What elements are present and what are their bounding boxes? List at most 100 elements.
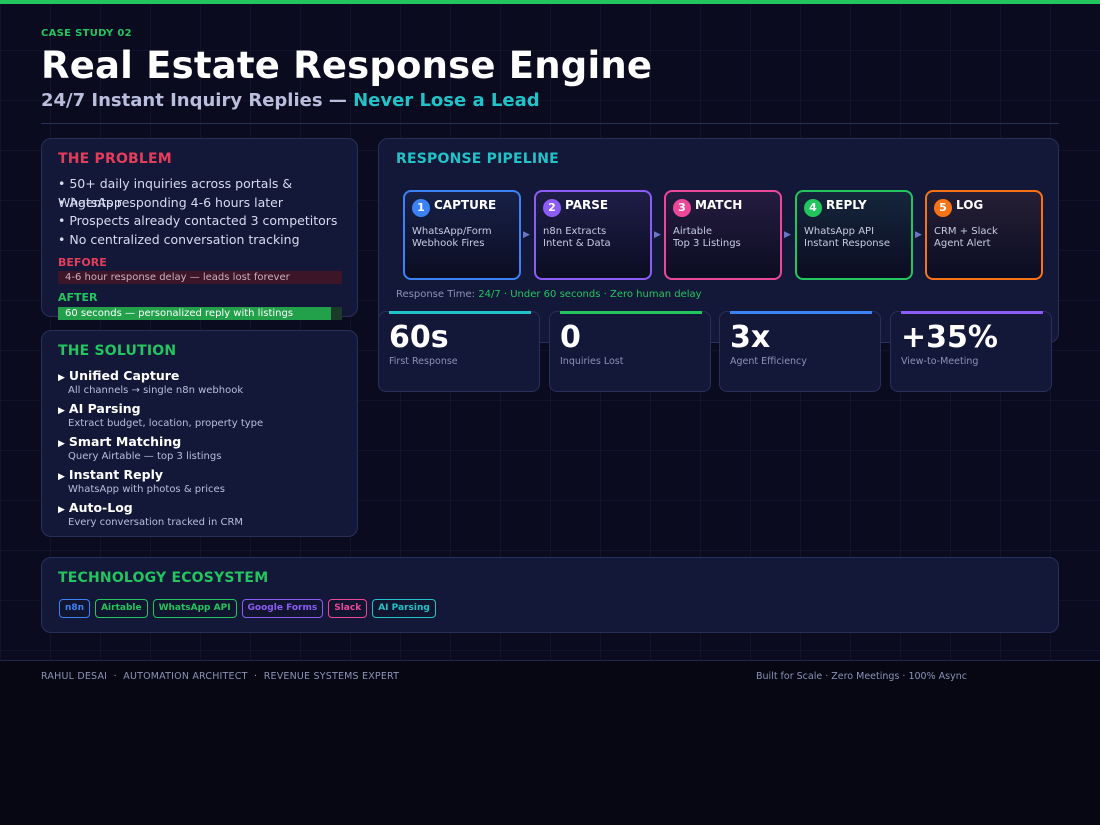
stat-value: +35% — [901, 320, 998, 355]
pipeline-step-parse: 2 PARSE n8n Extracts Intent & Data — [534, 190, 652, 280]
triangle-icon: ▶ — [58, 439, 65, 449]
before-bar: 4-6 hour response delay — leads lost for… — [58, 271, 342, 284]
stat-card: 0 Inquiries Lost — [549, 311, 711, 392]
arrow-right-icon: ▶ — [523, 230, 530, 240]
problem-bullet: • No centralized conversation tracking — [58, 231, 300, 247]
step-name: LOG — [956, 198, 984, 212]
solution-item-head: Smart Matching — [68, 434, 182, 449]
arrow-right-icon: ▶ — [784, 230, 791, 240]
after-label: AFTER — [58, 291, 98, 304]
page-title: Real Estate Response Engine — [41, 44, 653, 87]
stat-value: 0 — [560, 320, 581, 355]
solution-title: THE SOLUTION — [58, 343, 177, 359]
step-number: 1 — [412, 199, 430, 217]
solution-item: ▶ AI Parsing Extract budget, location, pr… — [58, 401, 263, 429]
tech-tags: n8n Airtable WhatsApp API Google Forms S… — [59, 599, 436, 618]
step-desc: n8n Extracts Intent & Data — [543, 226, 611, 250]
solution-item-head: AI Parsing — [68, 401, 141, 416]
solution-item-desc: Query Airtable — top 3 listings — [68, 451, 222, 462]
triangle-icon: ▶ — [58, 406, 65, 416]
stat-accent-line — [730, 311, 872, 314]
step-desc-line: n8n Extracts — [543, 226, 607, 237]
step-desc-line: Instant Response — [804, 238, 891, 249]
problem-list: • 50+ daily inquiries across portals & W… — [58, 175, 357, 249]
step-name: CAPTURE — [434, 198, 497, 212]
pipeline-step-reply: 4 REPLY WhatsApp API Instant Response — [795, 190, 913, 280]
pipeline-step-match: 3 MATCH Airtable Top 3 Listings — [664, 190, 782, 280]
solution-item-desc: Every conversation tracked in CRM — [68, 517, 244, 528]
pipeline-step-capture: 1 CAPTURE WhatsApp/Form Webhook Fires — [403, 190, 521, 280]
solution-item-head: Auto-Log — [68, 500, 133, 515]
solution-item-desc: WhatsApp with photos & prices — [68, 484, 225, 495]
step-name: MATCH — [695, 198, 743, 212]
arrow-right-icon: ▶ — [654, 230, 661, 240]
response-time-label: Response Time: — [396, 289, 479, 300]
tech-tag: Google Forms — [241, 599, 324, 618]
solution-item: ▶ Auto-Log Every conversation tracked in … — [58, 500, 243, 528]
triangle-icon: ▶ — [58, 505, 65, 515]
stat-card: 60s First Response — [378, 311, 540, 392]
step-desc: Airtable Top 3 Listings — [673, 226, 741, 250]
stat-card: +35% View-to-Meeting — [890, 311, 1052, 392]
stat-card: 3x Agent Efficiency — [719, 311, 881, 392]
step-desc-line: WhatsApp API — [804, 226, 875, 237]
stat-label: First Response — [389, 356, 458, 367]
stat-label: View-to-Meeting — [901, 356, 979, 367]
tech-tag: n8n — [59, 599, 91, 618]
problem-bullet: • Agents responding 4-6 hours later — [58, 194, 284, 210]
step-desc-line: Intent & Data — [543, 238, 611, 249]
solution-item-head: Instant Reply — [68, 467, 164, 482]
page-subtitle: 24/7 Instant Inquiry Replies — Never Los… — [41, 90, 540, 111]
tech-tag: Airtable — [95, 599, 148, 618]
tech-title: TECHNOLOGY ECOSYSTEM — [58, 570, 269, 586]
step-desc: WhatsApp API Instant Response — [804, 226, 890, 250]
eyebrow-label: CASE STUDY 02 — [41, 28, 132, 39]
step-desc-line: Airtable — [673, 226, 713, 237]
step-name: PARSE — [565, 198, 609, 212]
stat-accent-line — [560, 311, 702, 314]
solution-item-head: Unified Capture — [68, 368, 180, 383]
step-number: 3 — [673, 199, 691, 217]
problem-title: THE PROBLEM — [58, 151, 172, 167]
footer-credits: RAHUL DESAI · AUTOMATION ARCHITECT · REV… — [41, 671, 400, 682]
stat-value: 3x — [730, 320, 771, 355]
header-divider — [41, 123, 1059, 124]
solution-item: ▶ Unified Capture All channels → single n… — [58, 368, 243, 396]
step-number: 4 — [804, 199, 822, 217]
pipeline-step-log: 5 LOG CRM + Slack Agent Alert — [925, 190, 1043, 280]
solution-item: ▶ Instant Reply WhatsApp with photos & pr… — [58, 467, 225, 495]
stat-accent-line — [901, 311, 1043, 314]
step-number: 2 — [543, 199, 561, 217]
step-number: 5 — [934, 199, 952, 217]
stat-label: Inquiries Lost — [560, 356, 624, 367]
response-time: Response Time: 24/7 · Under 60 seconds ·… — [396, 289, 702, 300]
after-bar-track: 60 seconds — personalized reply with lis… — [58, 307, 342, 320]
problem-bullet: • 50+ daily inquiries across portals & W… — [58, 176, 293, 210]
pipeline-title: RESPONSE PIPELINE — [396, 151, 559, 167]
stat-value: 60s — [389, 320, 449, 355]
tech-tag: WhatsApp API — [152, 599, 237, 618]
triangle-icon: ▶ — [58, 472, 65, 482]
subtitle-accent: Never Lose a Lead — [353, 90, 540, 111]
step-desc-line: Top 3 Listings — [673, 238, 741, 249]
arrow-right-icon: ▶ — [915, 230, 922, 240]
problem-bullet: • Prospects already contacted 3 competit… — [58, 213, 338, 228]
after-bar: 60 seconds — personalized reply with lis… — [58, 307, 331, 320]
before-label: BEFORE — [58, 256, 107, 269]
step-desc: WhatsApp/Form Webhook Fires — [412, 226, 492, 250]
subtitle-main: 24/7 Instant Inquiry Replies — — [41, 90, 354, 111]
solution-item-desc: Extract budget, location, property type — [68, 418, 264, 429]
solution-card: THE SOLUTION ▶ Unified Capture All channe… — [41, 330, 358, 537]
response-time-value: 24/7 · Under 60 seconds · Zero human del… — [478, 289, 702, 300]
top-accent-bar — [0, 0, 1100, 4]
stat-label: Agent Efficiency — [730, 356, 807, 367]
step-desc-line: CRM + Slack — [934, 226, 998, 237]
step-desc: CRM + Slack Agent Alert — [934, 226, 998, 250]
tech-card: TECHNOLOGY ECOSYSTEM n8n Airtable WhatsA… — [41, 557, 1059, 633]
triangle-icon: ▶ — [58, 373, 65, 383]
step-desc-line: Agent Alert — [934, 238, 991, 249]
problem-card: THE PROBLEM • 50+ daily inquiries across… — [41, 138, 358, 320]
step-desc-line: Webhook Fires — [412, 238, 485, 249]
footer-tagline: Built for Scale · Zero Meetings · 100% A… — [756, 671, 967, 682]
stat-accent-line — [389, 311, 531, 314]
